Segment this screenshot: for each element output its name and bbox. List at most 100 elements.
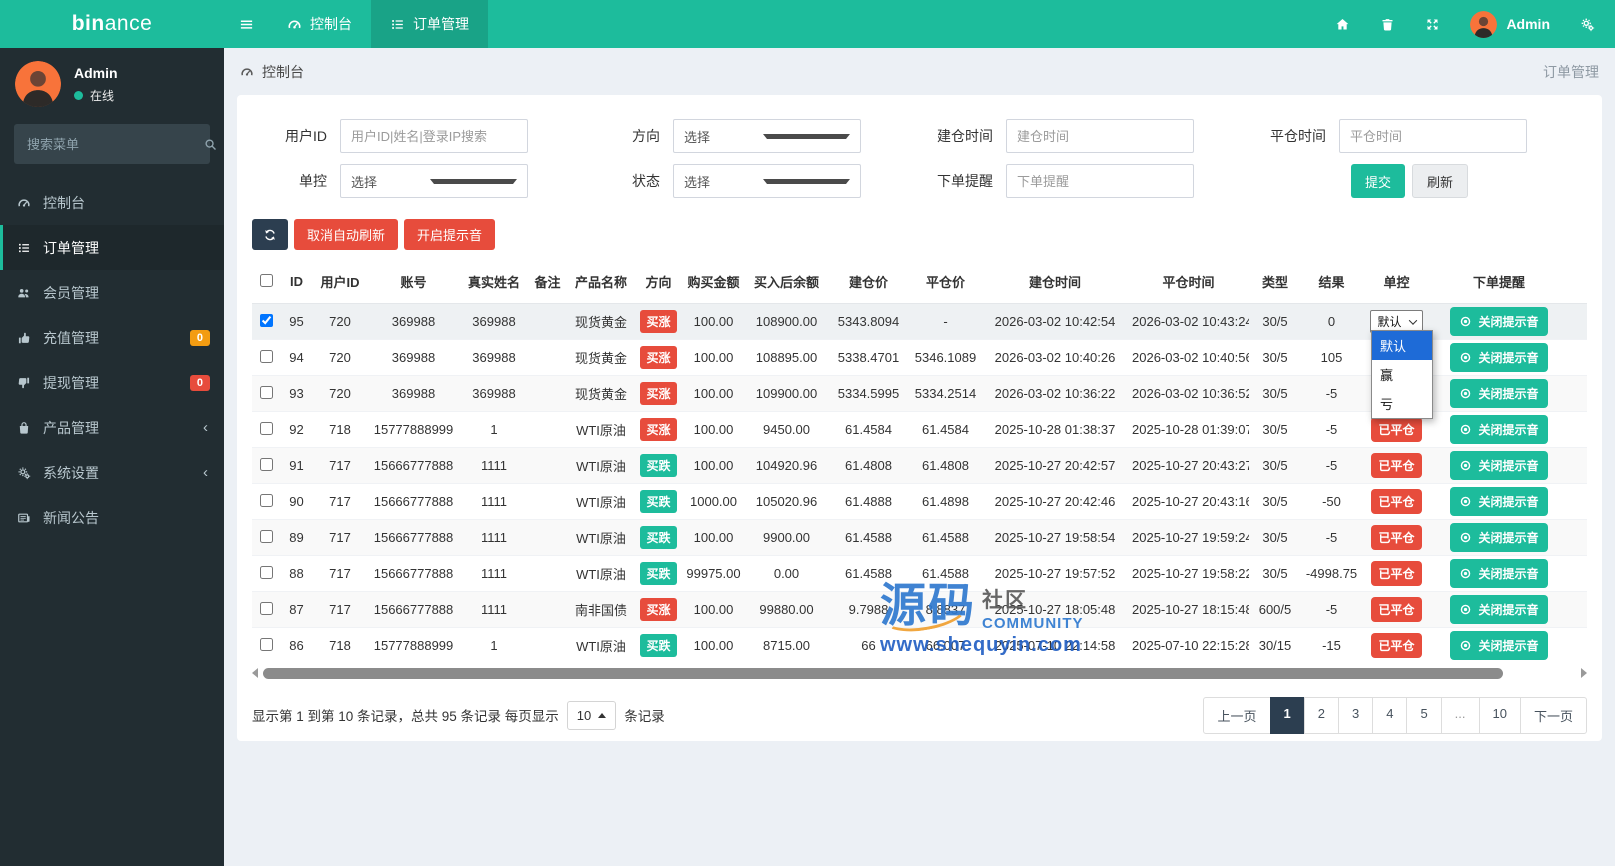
refresh-button[interactable]: 刷新 bbox=[1412, 164, 1469, 198]
scrollbar-track[interactable] bbox=[263, 667, 1576, 679]
close-price-cell: 61.4588 bbox=[909, 555, 982, 592]
close-sound-label: 关闭提示音 bbox=[1478, 567, 1539, 581]
column-header: 平仓时间 bbox=[1128, 260, 1249, 304]
open-time-cell: 2025-10-28 01:38:37 bbox=[982, 411, 1128, 448]
filter-select[interactable]: 选择 bbox=[673, 119, 861, 153]
sidebar-menu: 控制台 订单管理 会员管理 充值管理 0 提现管理 0 产品管理 ‹ 系统设置 ‹ 新闻公告 bbox=[0, 180, 224, 540]
action-cell bbox=[1567, 627, 1587, 664]
sidebar-item-4[interactable]: 充值管理 0 bbox=[0, 315, 224, 360]
pagination-page-2[interactable]: 2 bbox=[1303, 696, 1339, 734]
action-cell bbox=[1567, 483, 1587, 520]
pagination-page-1[interactable]: 1 bbox=[1269, 696, 1305, 734]
row-checkbox[interactable] bbox=[259, 565, 273, 579]
nav-tab-1[interactable]: 控制台 bbox=[268, 0, 371, 48]
enable-sound-button[interactable]: 开启提示音 bbox=[404, 219, 496, 250]
breadcrumb-left[interactable]: 控制台 bbox=[240, 62, 304, 82]
brand-bold: bin bbox=[71, 12, 105, 35]
sidebar-item-7[interactable]: 系统设置 ‹ bbox=[0, 450, 224, 495]
brand-logo[interactable]: bin ance bbox=[0, 0, 224, 48]
amount-cell: 100.00 bbox=[682, 447, 745, 484]
column-header: 平仓价 bbox=[909, 260, 982, 304]
close-sound-button[interactable]: 关闭提示音 bbox=[1450, 595, 1548, 624]
row-checkbox[interactable] bbox=[259, 385, 273, 399]
row-checkbox[interactable] bbox=[259, 457, 273, 471]
close-sound-button[interactable]: 关闭提示音 bbox=[1450, 523, 1548, 552]
account-cell: 369988 bbox=[367, 339, 460, 376]
close-sound-button[interactable]: 关闭提示音 bbox=[1450, 415, 1548, 444]
row-checkbox[interactable] bbox=[259, 601, 273, 615]
search-input[interactable] bbox=[27, 136, 203, 152]
dropdown-option-1[interactable]: 默认 bbox=[1372, 331, 1432, 360]
sidebar-item-1[interactable]: 控制台 bbox=[0, 180, 224, 225]
close-sound-button[interactable]: 关闭提示音 bbox=[1450, 487, 1548, 516]
notify-cell: 关闭提示音 bbox=[1431, 627, 1567, 664]
amount-cell: 100.00 bbox=[682, 303, 745, 340]
select-all-checkbox[interactable] bbox=[259, 273, 273, 287]
account-cell: 369988 bbox=[367, 303, 460, 340]
close-price-cell: 8.8837 bbox=[909, 591, 982, 628]
filter-input[interactable] bbox=[1339, 119, 1527, 153]
row-checkbox[interactable] bbox=[259, 493, 273, 507]
pagination-page-4[interactable]: 4 bbox=[1372, 696, 1408, 734]
pagination-page-3[interactable]: 3 bbox=[1337, 696, 1374, 734]
submit-button[interactable]: 提交 bbox=[1351, 164, 1406, 198]
chevron-left-icon: ‹ bbox=[203, 464, 208, 481]
orders-table: ID 用户ID 账号 真实姓名 备注 产品名称 方向 购买金额 买入后余额 建仓价 平仓价 建仓时间平… bbox=[252, 260, 1587, 664]
product-cell: 现货黄金 bbox=[567, 375, 635, 412]
close-sound-button[interactable]: 关闭提示音 bbox=[1450, 343, 1548, 372]
row-checkbox[interactable] bbox=[259, 349, 273, 363]
close-price-cell: - bbox=[909, 303, 982, 340]
close-sound-button[interactable]: 关闭提示音 bbox=[1450, 379, 1548, 408]
row-checkbox[interactable] bbox=[259, 421, 273, 435]
sidebar-item-8[interactable]: 新闻公告 bbox=[0, 495, 224, 540]
row-checkbox[interactable] bbox=[259, 313, 273, 327]
filter-input[interactable] bbox=[340, 119, 528, 153]
pagination-ellipsis[interactable]: ... bbox=[1440, 696, 1480, 734]
result-cell: 0 bbox=[1301, 303, 1362, 340]
sidebar-item-6[interactable]: 产品管理 ‹ bbox=[0, 405, 224, 450]
row-checkbox[interactable] bbox=[259, 637, 273, 651]
dropdown-option-3[interactable]: 亏 bbox=[1372, 389, 1432, 418]
pagination-next[interactable]: 下一页 bbox=[1519, 696, 1587, 734]
pagination-page-5[interactable]: 5 bbox=[1406, 696, 1442, 734]
home-icon[interactable] bbox=[1335, 17, 1350, 32]
table-header-row: ID 用户ID 账号 真实姓名 备注 产品名称 方向 购买金额 买入后余额 建仓价 平仓价 建仓时间平… bbox=[252, 260, 1587, 304]
row-checkbox-cell bbox=[252, 627, 280, 664]
dropdown-option-2[interactable]: 赢 bbox=[1372, 360, 1432, 389]
row-checkbox[interactable] bbox=[259, 529, 273, 543]
sidebar-item-5[interactable]: 提现管理 0 bbox=[0, 360, 224, 405]
cancel-auto-refresh-button[interactable]: 取消自动刷新 bbox=[294, 219, 399, 250]
page-size-value: 10 bbox=[576, 707, 592, 723]
close-sound-button[interactable]: 关闭提示音 bbox=[1450, 559, 1548, 588]
scroll-right-arrow[interactable] bbox=[1581, 668, 1587, 678]
column-header: 产品名称 bbox=[567, 260, 635, 304]
close-sound-button[interactable]: 关闭提示音 bbox=[1450, 451, 1548, 480]
scroll-left-arrow[interactable] bbox=[252, 668, 258, 678]
filter-row-2: 单控 选择 状态 选择 下单提醒 提交 刷新 bbox=[252, 164, 1587, 198]
pagination-prev[interactable]: 上一页 bbox=[1203, 696, 1271, 734]
filter-input[interactable] bbox=[1006, 119, 1194, 153]
user-menu[interactable]: Admin bbox=[1470, 10, 1550, 38]
table-footer: 显示第 1 到第 10 条记录，总共 95 条记录 每页显示 10 条记录 上一… bbox=[252, 696, 1587, 734]
page-size-select[interactable]: 10 bbox=[566, 700, 617, 730]
scrollbar-thumb[interactable] bbox=[263, 667, 1503, 679]
close-sound-button[interactable]: 关闭提示音 bbox=[1450, 307, 1548, 336]
sidebar-item-3[interactable]: 会员管理 bbox=[0, 270, 224, 315]
sidebar-item-2[interactable]: 订单管理 bbox=[0, 225, 224, 270]
column-header: 购买金额 bbox=[682, 260, 745, 304]
close-sound-button[interactable]: 关闭提示音 bbox=[1450, 631, 1548, 661]
trash-icon[interactable] bbox=[1380, 17, 1395, 32]
product-cell: WTI原油 bbox=[567, 519, 635, 556]
gears-icon[interactable] bbox=[1580, 17, 1595, 32]
search-icon[interactable] bbox=[203, 137, 218, 152]
circle-icon bbox=[1459, 315, 1472, 328]
nav-tab-2[interactable]: 订单管理 bbox=[371, 0, 488, 48]
filter-select[interactable]: 选择 bbox=[340, 164, 528, 198]
name-cell: 369988 bbox=[460, 339, 528, 376]
filter-select[interactable]: 选择 bbox=[673, 164, 861, 198]
refresh-table-button[interactable] bbox=[252, 219, 288, 250]
expand-icon[interactable] bbox=[1425, 17, 1440, 32]
filter-input[interactable] bbox=[1006, 164, 1194, 198]
sidebar-toggle-button[interactable] bbox=[224, 0, 268, 48]
pagination-page-10[interactable]: 10 bbox=[1478, 696, 1521, 734]
